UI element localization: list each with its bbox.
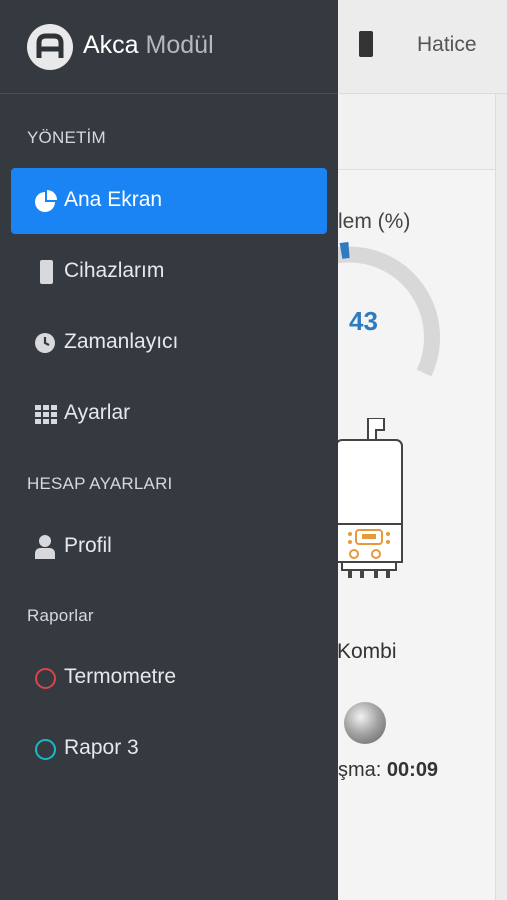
- nav-label-cihazlarim: Cihazlarım: [64, 259, 165, 282]
- gauge-fill: [339, 242, 350, 259]
- timer-prefix: şma:: [338, 759, 382, 781]
- section-hesap-ayarlari: HESAP AYARLARI: [27, 474, 173, 493]
- brand-name: Akca: [83, 31, 139, 59]
- status-indicator: [344, 702, 386, 744]
- nav-label-rapor-3: Rapor 3: [64, 736, 139, 759]
- nav-label-ana-ekran: Ana Ekran: [64, 188, 163, 211]
- clock-icon: [35, 333, 55, 353]
- nav-label-ayarlar: Ayarlar: [64, 401, 131, 424]
- device-label: Kombi: [337, 640, 397, 663]
- app-title: Akca Modül: [83, 31, 214, 60]
- nav-item-zamanlayici[interactable]: Zamanlayıcı: [11, 310, 327, 376]
- brand-suffix: Modül: [145, 31, 214, 59]
- nav-label-termometre: Termometre: [64, 665, 177, 688]
- mobile-phone-icon: [40, 260, 53, 284]
- nav-item-rapor-3[interactable]: Rapor 3: [11, 716, 327, 782]
- section-yonetim: YÖNETİM: [27, 128, 106, 147]
- circle-icon: [35, 739, 56, 760]
- section-raporlar: Raporlar: [27, 606, 94, 625]
- nav-label-profil: Profil: [64, 534, 112, 557]
- nav-item-ayarlar[interactable]: Ayarlar: [11, 381, 327, 447]
- app-logo[interactable]: [27, 24, 73, 70]
- nav-item-ana-ekran[interactable]: Ana Ekran: [11, 168, 327, 234]
- pie-chart-icon: [35, 190, 57, 212]
- circle-icon: [35, 668, 56, 689]
- user-icon: [35, 535, 55, 559]
- nav-item-cihazlarim[interactable]: Cihazlarım: [11, 239, 327, 305]
- nav-item-profil[interactable]: Profil: [11, 514, 327, 580]
- gauge-value: 43: [349, 306, 378, 336]
- logo-a-icon: [36, 33, 64, 58]
- boiler-icon: [335, 418, 403, 578]
- mobile-phone-icon[interactable]: [359, 31, 373, 57]
- drawer-header: Akca Modül: [0, 0, 338, 94]
- gauge-title: lem (%): [338, 210, 411, 233]
- timer-readout: şma: 00:09: [338, 759, 438, 782]
- grid-icon: [35, 405, 57, 424]
- nav-label-zamanlayici: Zamanlayıcı: [64, 330, 179, 353]
- nav-item-termometre[interactable]: Termometre: [11, 645, 327, 711]
- navigation-drawer: Akca Modül YÖNETİM Ana Ekran Cihazlarım …: [0, 0, 338, 900]
- user-name[interactable]: Hatice: [417, 33, 477, 57]
- timer-value: 00:09: [386, 759, 439, 781]
